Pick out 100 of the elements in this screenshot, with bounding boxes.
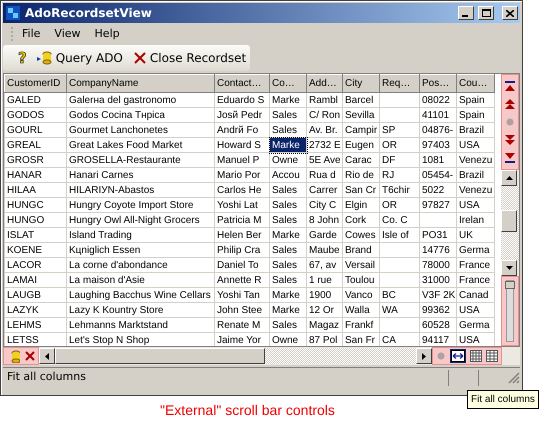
table-cell: Yoshi Tan [214, 288, 270, 302]
table-cell: 67, av [306, 258, 342, 272]
table-cell: Hanari Carnes [66, 168, 214, 182]
scroll-top-icon[interactable] [504, 81, 516, 91]
table-cell: SP [380, 122, 420, 138]
left-arrow-icon[interactable] [45, 352, 49, 360]
table-cell: HUNGO [4, 212, 66, 228]
table-cell: PO31 [420, 228, 456, 242]
slider-thumb[interactable] [505, 281, 515, 289]
maximize-button[interactable] [478, 6, 494, 20]
table-cell: LAMAI [4, 272, 66, 288]
x-icon[interactable] [24, 350, 36, 362]
scroll-bottom-icon[interactable] [504, 153, 516, 163]
table-cell: BC [380, 288, 420, 302]
up-arrow-icon[interactable] [506, 176, 512, 180]
column-header[interactable]: Add… [306, 74, 342, 92]
table-cell: UK [456, 228, 494, 242]
table-cell: LACOR [4, 258, 66, 272]
table-cell: Isle of [380, 228, 420, 242]
tooltip: Fit all columns [467, 390, 539, 409]
table-cell: 78000 [420, 258, 456, 272]
table-cell: Brazil [456, 168, 494, 182]
table-cell: France [456, 258, 494, 272]
close-recordset-button[interactable]: Close Recordset [130, 48, 250, 68]
query-button[interactable]: Query ADO [34, 48, 126, 68]
table-cell: Patricia M [214, 212, 270, 228]
table-cell: 1 rue [306, 272, 342, 288]
table-cell: GROSELLA-Restaurante [66, 152, 214, 168]
close-icon[interactable] [506, 10, 514, 16]
scroll-thumb[interactable] [501, 210, 517, 232]
table-cell: Venezu [456, 182, 494, 198]
table-cell: GOURL [4, 122, 66, 138]
arrows-icon [451, 350, 465, 362]
table-cell: Carlos He [214, 182, 270, 198]
table-cell: Carrer [306, 182, 342, 198]
scroll-down-button[interactable] [501, 260, 517, 276]
menu-item[interactable]: View [48, 24, 87, 44]
scroll-left-button[interactable] [39, 348, 55, 364]
column-header[interactable]: CompanyName [66, 74, 214, 92]
table-cell: HILARIУN-Abastos [66, 182, 214, 198]
table-cell: DF [380, 152, 420, 168]
table-cell: USA [456, 302, 494, 318]
close-button[interactable] [502, 6, 518, 20]
table-cell: Germa [456, 318, 494, 332]
table-cell: Hungry Coyote Import Store [66, 198, 214, 212]
column-header[interactable]: Req… [380, 74, 420, 92]
table-cell: Sales [270, 258, 306, 272]
table-cell: 31000 [420, 272, 456, 288]
column-header[interactable]: Pos… [420, 74, 456, 92]
table-cell: GODOS [4, 108, 66, 122]
table-cell: John Stee [214, 302, 270, 318]
table-cell: Co. C [380, 212, 420, 228]
fit-columns-button[interactable] [450, 349, 466, 363]
maximize-icon[interactable] [482, 9, 490, 17]
down-arrow-icon[interactable] [506, 266, 512, 270]
table-cell: KOENE [4, 242, 66, 258]
table-cell: GROSR [4, 152, 66, 168]
page-up-icon[interactable] [504, 99, 516, 109]
grid-icon[interactable] [486, 350, 498, 362]
app-icon [5, 5, 21, 21]
table-cell: Elgin [342, 198, 380, 212]
column-header[interactable]: Contact… [214, 74, 270, 92]
menu-item[interactable]: File [16, 24, 46, 44]
table-cell: HANAR [4, 168, 66, 182]
table-cell [380, 258, 420, 272]
column-header[interactable]: City [342, 74, 380, 92]
table-cell: Hungry Owl All-Night Grocers [66, 212, 214, 228]
column-header[interactable]: Cou… [456, 74, 494, 92]
table-cell: Cork [342, 212, 380, 228]
table-cell: Marke [270, 288, 306, 302]
table-cell: Laughing Bacchus Wine Cellars [66, 288, 214, 302]
database-icon [36, 50, 53, 66]
dot-icon[interactable] [504, 117, 516, 127]
table-cell: Sales [270, 318, 306, 332]
table-cell: Kцniglich Essen [66, 242, 214, 258]
table-cell: Yoshi Lat [214, 198, 270, 212]
minimize-button[interactable] [458, 6, 474, 20]
slider-track[interactable] [506, 280, 514, 342]
table-cell: Eugen [342, 138, 380, 152]
scroll-up-button[interactable] [501, 170, 517, 186]
table-cell: France [456, 272, 494, 288]
table-cell: OR [380, 138, 420, 152]
table-cell: Toulou [342, 272, 380, 288]
table-cell [380, 272, 420, 288]
table-cell: Spain [456, 92, 494, 108]
table-cell: 97403 [420, 138, 456, 152]
table-cell: La corne d'abondance [66, 258, 214, 272]
scroll-right-button[interactable] [416, 348, 432, 364]
menu-item[interactable]: Help [88, 24, 126, 44]
table-cell: Lehmanns Marktstand [66, 318, 214, 332]
page-down-icon[interactable] [504, 135, 516, 145]
grid-icon[interactable] [470, 350, 482, 362]
column-header[interactable]: CustomerID [4, 74, 66, 92]
table-cell: GREAL [4, 138, 66, 152]
table-cell: Spain [456, 108, 494, 122]
scroll-thumb[interactable] [55, 348, 265, 364]
table-cell [380, 108, 420, 122]
right-arrow-icon[interactable] [422, 352, 426, 360]
caption: "External" scroll bar controls [160, 401, 335, 420]
column-header[interactable]: Co… [270, 74, 306, 92]
